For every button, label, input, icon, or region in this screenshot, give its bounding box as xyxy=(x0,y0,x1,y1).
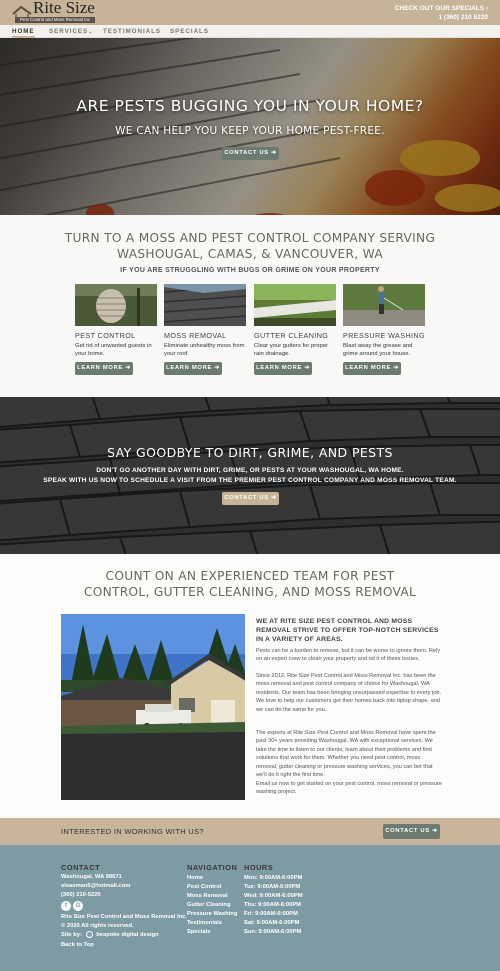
team-section: COUNT ON AN EXPERIENCED TEAM FOR PEST CO… xyxy=(0,554,500,818)
footer-link-gutter-cleaning[interactable]: Gutter Cleaning xyxy=(187,901,230,910)
card-desc-moss-removal: Eliminate unhealthy moss from your roof. xyxy=(164,343,245,357)
hours-row: Tue: 9:00AM-6:00PM xyxy=(244,884,301,890)
cta-band: INTERESTED IN WORKING WITH US? CONTACT U… xyxy=(0,818,500,845)
services-subheading: IF YOU ARE STRUGGLING WITH BUGS OR GRIME… xyxy=(120,267,380,274)
google-icon[interactable]: G xyxy=(73,901,83,911)
footer-hours-heading: HOURS xyxy=(244,863,274,872)
footer-link-pest-control[interactable]: Pest Control xyxy=(187,883,221,892)
services-heading: TURN TO A MOSS AND PEST CONTROL COMPANY … xyxy=(64,231,436,261)
team-paragraph-3: The experts at Rite Size Pest Control an… xyxy=(256,730,436,779)
nav-testimonials[interactable]: TESTIMONIALS xyxy=(103,25,161,38)
cta-text: INTERESTED IN WORKING WITH US? xyxy=(61,827,204,836)
learn-more-gutter-cleaning[interactable]: LEARN MORE ➔ xyxy=(254,362,312,375)
goodbye-line-2: SPEAK WITH US NOW TO SCHEDULE A VISIT FR… xyxy=(43,477,457,484)
services-section: TURN TO A MOSS AND PEST CONTROL COMPANY … xyxy=(0,215,500,397)
card-title-moss-removal: MOSS REMOVAL xyxy=(164,331,227,340)
team-paragraph-2: Since 2012, Rite Size Pest Control and M… xyxy=(256,673,442,713)
nav-services-label: SERVICES xyxy=(49,28,89,35)
team-heading: COUNT ON AN EXPERIENCED TEAM FOR PEST CO… xyxy=(83,569,417,599)
goodbye-contact-button[interactable]: CONTACT US ➔ xyxy=(222,492,279,505)
cta-contact-button[interactable]: CONTACT US ➔ xyxy=(383,824,440,839)
goodbye-section: SAY GOODBYE TO DIRT, GRIME, AND PESTS DO… xyxy=(0,397,500,554)
header-contact: CHECK OUT OUR SPECIALS › 1 (360) 210 522… xyxy=(395,4,488,22)
footer-contact-heading: CONTACT xyxy=(61,863,101,872)
card-title-pest-control: PEST CONTROL xyxy=(75,331,136,340)
learn-more-pressure-washing[interactable]: LEARN MORE ➔ xyxy=(343,362,401,375)
footer: CONTACT Washougal, WA 98671 sleasman5@ho… xyxy=(0,845,500,971)
hours-row: Wed: 9:00AM-6:00PM xyxy=(244,893,303,899)
footer-location: Washougal, WA 98671 xyxy=(61,874,122,880)
footer-site-by: Site by: bespoke digital design xyxy=(61,931,159,940)
specials-link[interactable]: CHECK OUT OUR SPECIALS › xyxy=(395,4,488,13)
gutter-cleaning-image[interactable] xyxy=(254,284,336,326)
team-lead: WE AT RITE SIZE PEST CONTROL AND MOSS RE… xyxy=(256,618,439,643)
chevron-down-icon: ⌄ xyxy=(88,29,94,35)
pest-control-image[interactable] xyxy=(75,284,157,326)
hero-contact-button[interactable]: CONTACT US ➔ xyxy=(222,147,279,160)
card-title-gutter-cleaning: GUTTER CLEANING xyxy=(254,331,329,340)
header-phone[interactable]: 1 (360) 210 5220 xyxy=(395,13,488,22)
site-by-link[interactable]: bespoke digital design xyxy=(96,932,159,938)
hours-row: Mon: 9:00AM-6:00PM xyxy=(244,875,303,881)
footer-copyright: Rite Size Pest Control and Moss Removal … xyxy=(61,914,187,920)
hero-title: ARE PESTS BUGGING YOU IN YOUR HOME? xyxy=(76,97,424,115)
site-by-label: Site by: xyxy=(61,932,82,939)
learn-more-pest-control[interactable]: LEARN MORE ➔ xyxy=(75,362,133,375)
card-desc-gutter-cleaning: Clear your gutters for proper rain drain… xyxy=(254,343,328,357)
footer-phone[interactable]: (360) 210-5220 xyxy=(61,891,101,900)
logo[interactable]: Rite Size Pest Control and Moss Removal … xyxy=(12,0,96,23)
goodbye-heading: SAY GOODBYE TO DIRT, GRIME, AND PESTS xyxy=(107,445,393,460)
footer-link-moss-removal[interactable]: Moss Removal xyxy=(187,892,228,901)
footer-link-home[interactable]: Home xyxy=(187,874,203,883)
moss-removal-image[interactable] xyxy=(164,284,246,326)
nav-specials[interactable]: SPECIALS xyxy=(170,25,209,38)
hours-row: Fri: 9:00AM-6:00PM xyxy=(244,911,298,917)
learn-more-moss-removal[interactable]: LEARN MORE ➔ xyxy=(164,362,222,375)
hours-row: Sun: 9:00AM-6:00PM xyxy=(244,929,302,935)
nav-services[interactable]: SERVICES⌄ xyxy=(49,25,93,38)
team-paragraph-1: Pests can be a burden to remove, but it … xyxy=(256,648,441,663)
team-paragraph-4: Email us now to get started on your pest… xyxy=(256,781,442,796)
house-image xyxy=(61,614,245,800)
goodbye-line-1: DON'T GO ANOTHER DAY WITH DIRT, GRIME, O… xyxy=(96,467,404,474)
hero-subtitle: WE CAN HELP YOU KEEP YOUR HOME PEST-FREE… xyxy=(115,125,385,137)
footer-link-pressure-washing[interactable]: Pressure Washing xyxy=(187,910,237,919)
hero-banner: ARE PESTS BUGGING YOU IN YOUR HOME? WE C… xyxy=(0,38,500,215)
brand-name: Rite Size xyxy=(33,0,95,17)
footer-email[interactable]: sleasman5@hotmail.com xyxy=(61,882,130,891)
bespoke-logo-icon xyxy=(85,931,93,938)
card-desc-pressure-washing: Blast away the grease and grime around y… xyxy=(343,343,413,357)
hours-row: Sat: 9:00AM-6:00PM xyxy=(244,920,300,926)
main-nav: HOME SERVICES⌄ TESTIMONIALS SPECIALS xyxy=(0,25,500,38)
back-to-top-link[interactable]: Back to Top xyxy=(61,941,94,950)
footer-link-specials[interactable]: Specials xyxy=(187,928,211,937)
hours-row: Thu: 9:00AM-6:00PM xyxy=(244,902,302,908)
footer-navigation-heading: NAVIGATION xyxy=(187,863,238,872)
facebook-icon[interactable]: f xyxy=(61,901,71,911)
nav-home[interactable]: HOME xyxy=(12,25,35,38)
card-desc-pest-control: Get rid of unwanted guests in your home. xyxy=(75,343,152,357)
goodbye-text: DON'T GO ANOTHER DAY WITH DIRT, GRIME, O… xyxy=(0,466,500,486)
footer-rights: © 2020 All rights reserved. xyxy=(61,923,134,929)
pressure-washing-image[interactable] xyxy=(343,284,425,326)
footer-link-testimonials[interactable]: Testimonials xyxy=(187,919,222,928)
card-title-pressure-washing: PRESSURE WASHING xyxy=(343,331,426,340)
brand-tagline: Pest Control and Moss Removal Inc xyxy=(15,17,95,23)
top-bar: Rite Size Pest Control and Moss Removal … xyxy=(0,0,500,25)
